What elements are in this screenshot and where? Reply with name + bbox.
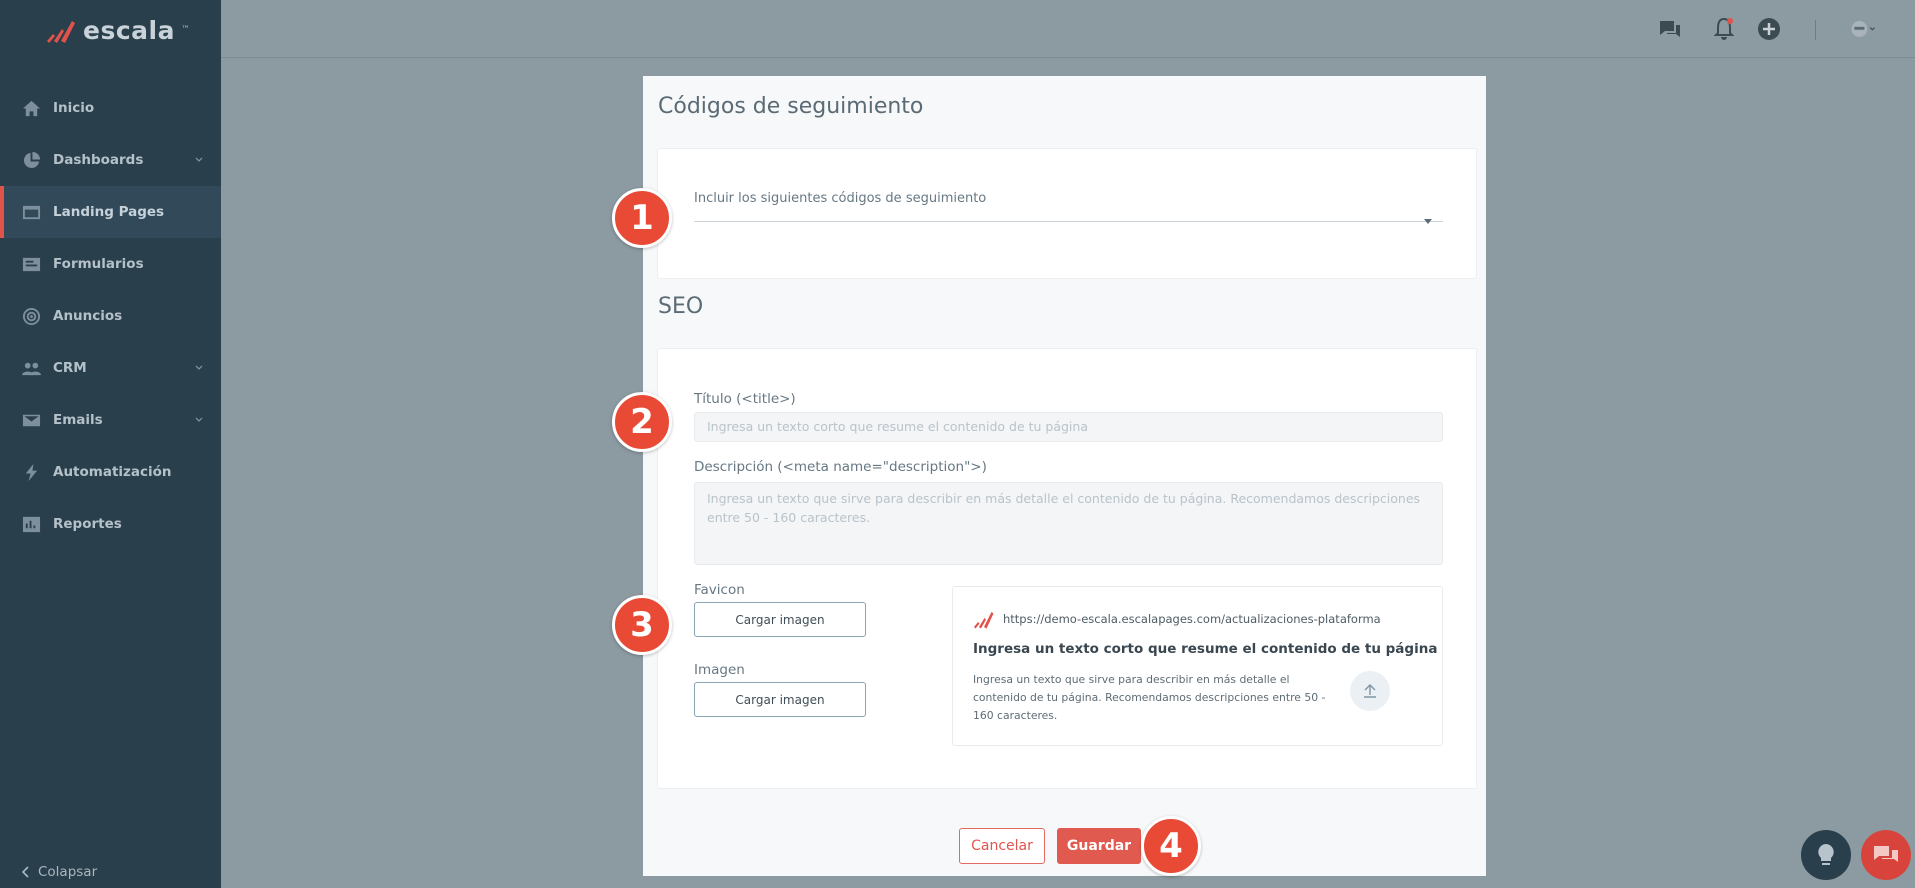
- sidebar-item-label: Reportes: [53, 516, 122, 532]
- preview-description: Ingresa un texto que sirve para describi…: [973, 673, 1326, 722]
- home-icon: [21, 98, 41, 118]
- sidebar-item-anuncios[interactable]: Anuncios: [0, 290, 221, 342]
- favicon-label: Favicon: [694, 582, 745, 598]
- step-badge-1: 1: [612, 188, 672, 248]
- sidebar-item-dashboards[interactable]: Dashboards: [0, 134, 221, 186]
- lightning-icon: [21, 462, 41, 482]
- sidebar-item-label: Landing Pages: [53, 204, 165, 220]
- collapse-sidebar-button[interactable]: Colapsar: [22, 864, 97, 880]
- top-bar: [221, 0, 1915, 58]
- logo-trademark: ™: [180, 25, 190, 35]
- browser-window-icon: [21, 202, 41, 222]
- tracking-section-title: Códigos de seguimiento: [658, 94, 924, 119]
- tips-button[interactable]: [1801, 830, 1851, 880]
- cancel-button[interactable]: Cancelar: [959, 828, 1045, 864]
- users-icon: [21, 358, 41, 378]
- logo-text: escala: [83, 15, 175, 45]
- preview-title: Ingresa un texto corto que resume el con…: [973, 641, 1438, 657]
- toolbar-divider: [1815, 20, 1816, 40]
- user-avatar-icon[interactable]: [1850, 16, 1886, 42]
- add-circle-icon[interactable]: [1756, 16, 1782, 42]
- title-input[interactable]: Ingresa un texto corto que resume el con…: [694, 412, 1443, 442]
- sidebar-item-inicio[interactable]: Inicio: [0, 82, 221, 134]
- step-badge-2: 2: [612, 392, 672, 452]
- target-icon: [21, 306, 41, 326]
- logo-bars-icon: [47, 21, 75, 43]
- description-field-label: Descripción (<meta name="description">): [694, 459, 987, 475]
- caret-down-icon[interactable]: [1424, 219, 1432, 224]
- sidebar-item-label: Inicio: [53, 100, 95, 116]
- chevron-down-icon: [195, 417, 203, 422]
- tracking-card: Incluir los siguientes códigos de seguim…: [657, 148, 1477, 279]
- sidebar-item-label: CRM: [53, 360, 87, 376]
- bell-icon[interactable]: [1711, 16, 1737, 42]
- favicon-upload-button[interactable]: Cargar imagen: [694, 602, 866, 637]
- page-settings-modal: Códigos de seguimiento Incluir los sigui…: [643, 76, 1486, 876]
- sidebar-item-automatizacion[interactable]: Automatización: [0, 446, 221, 498]
- step-badge-3: 3: [612, 595, 672, 655]
- sidebar-item-label: Emails: [53, 412, 103, 428]
- form-icon: [21, 254, 41, 274]
- sidebar-item-landing-pages[interactable]: Landing Pages: [0, 186, 221, 238]
- sidebar-nav: Inicio Dashboards Landing Pages Formular…: [0, 82, 221, 550]
- save-button[interactable]: Guardar: [1057, 828, 1141, 864]
- upload-icon: [1364, 684, 1376, 698]
- chevron-down-icon: [195, 365, 203, 370]
- collapse-label: Colapsar: [38, 864, 98, 880]
- sidebar-item-formularios[interactable]: Formularios: [0, 238, 221, 290]
- pie-chart-icon: [21, 150, 41, 170]
- sidebar-item-reportes[interactable]: Reportes: [0, 498, 221, 550]
- description-textarea[interactable]: Ingresa un texto que sirve para describi…: [694, 482, 1443, 565]
- sidebar-item-label: Anuncios: [53, 308, 123, 324]
- envelope-icon: [21, 410, 41, 430]
- preview-upload-button[interactable]: [1350, 671, 1390, 711]
- tracking-codes-select[interactable]: [694, 199, 1443, 223]
- chevron-down-icon: [195, 157, 203, 162]
- sidebar-item-label: Automatización: [53, 464, 172, 480]
- logo[interactable]: escala ™: [45, 14, 190, 46]
- escala-logo-icon: [974, 612, 994, 629]
- step-badge-4: 4: [1141, 816, 1201, 876]
- sidebar-item-label: Formularios: [53, 256, 144, 272]
- sidebar-item-label: Dashboards: [53, 152, 144, 168]
- title-field-label: Título (<title>): [694, 391, 796, 407]
- lightbulb-icon: [1818, 844, 1834, 865]
- chat-bubbles-icon: [1874, 846, 1898, 862]
- sidebar-item-emails[interactable]: Emails: [0, 394, 221, 446]
- chat-icon[interactable]: [1657, 16, 1683, 42]
- sidebar: escala ™ Inicio Dashboards Landing Pages …: [0, 0, 221, 888]
- image-label: Imagen: [694, 662, 745, 678]
- seo-card: Título (<title>) Ingresa un texto corto …: [657, 348, 1477, 789]
- report-icon: [21, 514, 41, 534]
- image-upload-button[interactable]: Cargar imagen: [694, 682, 866, 717]
- sidebar-item-crm[interactable]: CRM: [0, 342, 221, 394]
- preview-url: https://demo-escala.escalapages.com/actu…: [1003, 612, 1381, 626]
- seo-preview-card: https://demo-escala.escalapages.com/actu…: [952, 586, 1443, 746]
- chevron-left-icon: [22, 866, 29, 878]
- support-chat-button[interactable]: [1861, 830, 1911, 880]
- select-underline: [694, 221, 1443, 222]
- seo-section-title: SEO: [658, 294, 704, 319]
